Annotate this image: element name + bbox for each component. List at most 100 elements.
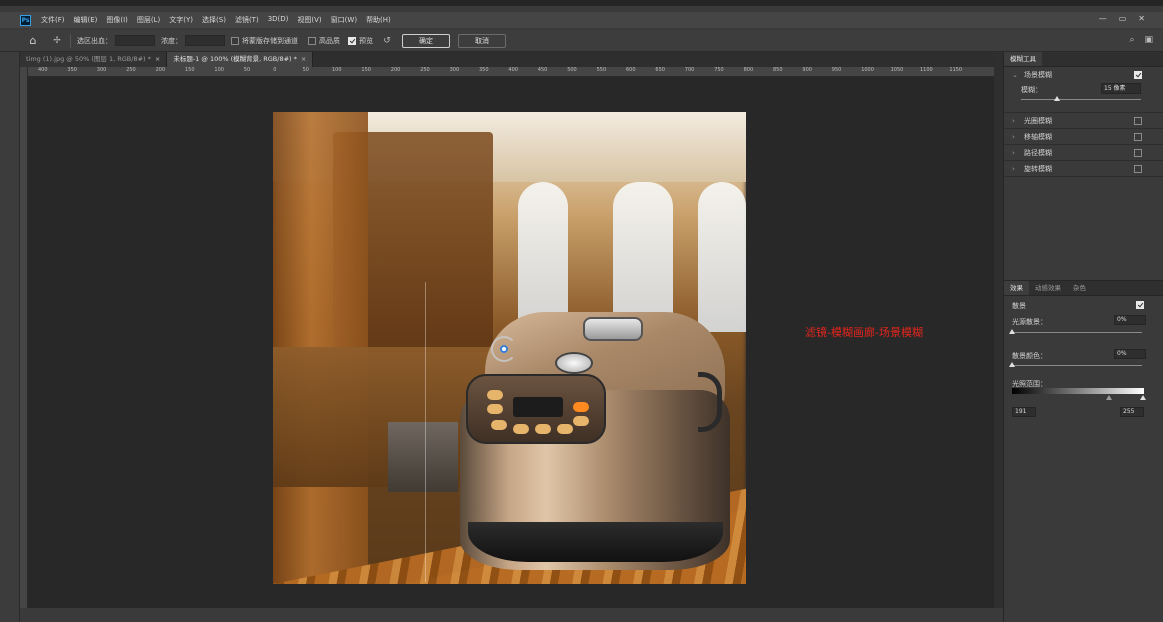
tilt-shift-checkbox[interactable] <box>1134 133 1142 141</box>
ruler-tick-label: 350 <box>67 67 77 73</box>
chevron-right-icon[interactable]: › <box>1012 133 1020 141</box>
blur-amount-track[interactable] <box>1021 99 1141 100</box>
bokeh-color-slider[interactable] <box>1009 362 1015 367</box>
minimize-icon[interactable]: — <box>1099 14 1107 23</box>
spin-blur-header[interactable]: › 旋转模糊 <box>1004 161 1163 177</box>
bokeh-color-input[interactable]: 0% <box>1114 349 1146 359</box>
tab-motion-effects[interactable]: 动感效果 <box>1029 281 1067 295</box>
search-icon[interactable]: ⌕ <box>1129 35 1134 45</box>
cooker-display <box>513 397 563 417</box>
light-range-low-input[interactable]: 191 <box>1012 407 1036 417</box>
tilt-shift-header[interactable]: › 移轴模糊 <box>1004 129 1163 145</box>
workspace-icon[interactable]: ▣ <box>1144 35 1153 45</box>
ruler-tick-label: 250 <box>126 67 136 73</box>
window <box>518 182 568 332</box>
effects-tabs: 效果 动感效果 杂色 <box>1004 281 1163 296</box>
bokeh-color-track[interactable] <box>1012 365 1142 366</box>
ruler-tick-label: 50 <box>243 67 251 73</box>
ruler-tick-label: 0 <box>273 67 277 73</box>
tab-timg[interactable]: timg (1).jpg @ 50% (图层 1, RGB/8#) * × <box>20 52 168 67</box>
spin-blur-checkbox[interactable] <box>1134 165 1142 173</box>
vertical-scrollbar[interactable] <box>994 52 1003 608</box>
reset-icon[interactable]: ↺ <box>380 34 394 48</box>
tab-untitled[interactable]: 未标题-1 @ 100% (模糊背景, RGB/8#) * × <box>167 52 314 67</box>
tab-noise[interactable]: 杂色 <box>1067 281 1092 295</box>
blur-pin-icon[interactable] <box>500 345 508 353</box>
tab-blur-tools[interactable]: 模糊工具 <box>1004 52 1042 66</box>
chevron-down-icon[interactable]: ⌄ <box>1012 71 1020 79</box>
ruler-tick-label: 400 <box>38 67 48 73</box>
field-blur-header[interactable]: ⌄ 场景模糊 <box>1004 67 1163 83</box>
menu-item[interactable]: 帮助(H) <box>366 15 391 25</box>
selection-bleed-input[interactable] <box>115 35 155 46</box>
tab-label: timg (1).jpg @ 50% (图层 1, RGB/8#) * <box>26 55 151 63</box>
blur-amount-input[interactable]: 15 像素 <box>1101 83 1141 94</box>
close-icon[interactable]: ✕ <box>1138 14 1145 23</box>
panel-button <box>513 424 529 434</box>
ruler-tick-label: 50 <box>302 67 309 73</box>
preview-checkbox[interactable] <box>348 36 356 45</box>
bokeh-checkbox[interactable] <box>1136 301 1144 309</box>
menu-item[interactable]: 滤镜(T) <box>235 15 259 25</box>
menu-item[interactable]: 窗口(W) <box>331 15 357 25</box>
panel-button <box>487 404 503 414</box>
menu-item[interactable]: 3D(D) <box>268 15 289 25</box>
menu-item[interactable]: 图像(I) <box>106 15 128 25</box>
panel-button <box>573 402 589 412</box>
light-bokeh-input[interactable]: 0% <box>1114 315 1146 325</box>
menu-item[interactable]: 文字(Y) <box>169 15 193 25</box>
annotation-text: 滤镜-模糊画廊-场景模糊 <box>805 326 923 339</box>
density-label: 浓度： <box>161 36 182 45</box>
ruler-tick-label: 650 <box>655 67 665 73</box>
menu-items: 文件(F) 编辑(E) 图像(I) 图层(L) 文字(Y) 选择(S) 滤镜(T) 3D(D)… <box>41 15 400 25</box>
spin-blur-label: 旋转模糊 <box>1024 164 1052 173</box>
panel-button <box>557 424 573 434</box>
ruler-tick-label: 500 <box>567 67 577 73</box>
ruler-tick-label: 1000 <box>861 67 874 73</box>
horizontal-ruler: 400 350 300 250 200 150 100 50 0 50 100 150 200 250 30… <box>28 67 994 77</box>
density-input[interactable] <box>185 35 225 46</box>
oven <box>388 422 458 492</box>
light-bokeh-track[interactable] <box>1012 332 1142 333</box>
ok-button[interactable]: 确定 <box>402 33 450 48</box>
light-bokeh-slider[interactable] <box>1009 329 1015 334</box>
field-blur-checkbox[interactable] <box>1134 71 1142 79</box>
save-mask-checkbox[interactable] <box>231 36 239 45</box>
menu-item[interactable]: 编辑(E) <box>74 15 98 25</box>
home-icon[interactable]: ⌂ <box>26 34 40 48</box>
menu-item[interactable]: 文件(F) <box>41 15 65 25</box>
cooker-vent <box>583 317 643 341</box>
window <box>613 182 673 332</box>
preview-label: 预览 <box>359 36 373 45</box>
bokeh-label: 散景 <box>1012 302 1026 310</box>
path-blur-header[interactable]: › 路径模糊 <box>1004 145 1163 161</box>
chevron-right-icon[interactable]: › <box>1012 117 1020 125</box>
pin-tool-icon[interactable]: ✢ <box>50 34 64 48</box>
light-range-low-handle[interactable] <box>1106 395 1112 400</box>
tab-effects[interactable]: 效果 <box>1004 281 1029 295</box>
canvas-area[interactable]: 滤镜-模糊画廊-场景模糊 <box>28 77 994 608</box>
chevron-right-icon[interactable]: › <box>1012 149 1020 157</box>
path-blur-checkbox[interactable] <box>1134 149 1142 157</box>
menu-item[interactable]: 图层(L) <box>137 15 160 25</box>
cooker-release-button <box>555 352 593 374</box>
document-image[interactable] <box>273 112 746 584</box>
close-tab-icon[interactable]: × <box>301 55 306 63</box>
iris-blur-checkbox[interactable] <box>1134 117 1142 125</box>
close-tab-icon[interactable]: × <box>155 55 160 63</box>
panel-tabs: 模糊工具 <box>1004 52 1163 67</box>
light-range-high-handle[interactable] <box>1140 395 1146 400</box>
cancel-button[interactable]: 取消 <box>458 33 506 48</box>
bokeh-color-label: 散景颜色： <box>1012 352 1047 360</box>
blur-amount-slider[interactable] <box>1054 96 1060 101</box>
light-range-gradient[interactable] <box>1012 388 1144 394</box>
save-mask-label: 将蒙版存储到通道 <box>242 36 298 45</box>
high-quality-checkbox[interactable] <box>308 36 316 45</box>
iris-blur-label: 光圈模糊 <box>1024 116 1052 125</box>
menu-item[interactable]: 视图(V) <box>297 15 321 25</box>
chevron-right-icon[interactable]: › <box>1012 165 1020 173</box>
restore-icon[interactable]: ▭ <box>1119 14 1127 23</box>
menu-item[interactable]: 选择(S) <box>202 15 226 25</box>
iris-blur-header[interactable]: › 光圈模糊 <box>1004 113 1163 129</box>
light-range-high-input[interactable]: 255 <box>1120 407 1144 417</box>
